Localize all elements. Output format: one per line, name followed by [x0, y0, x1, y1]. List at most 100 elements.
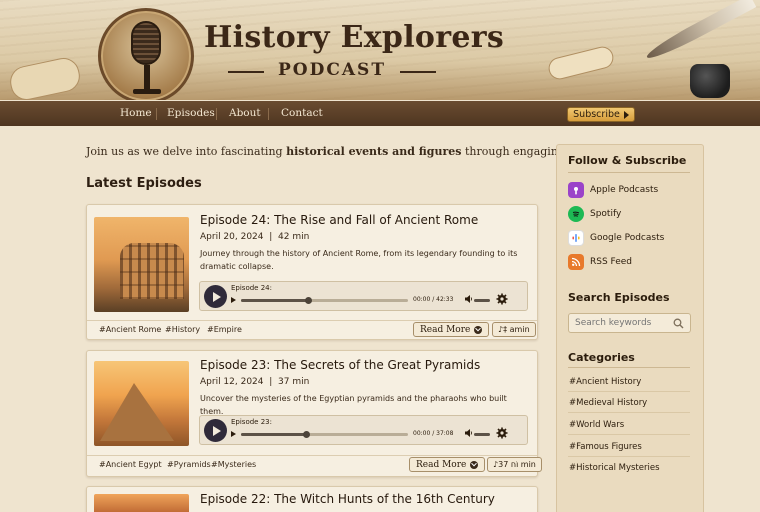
seek-fill	[241, 433, 306, 436]
apple-podcasts-icon	[568, 182, 584, 198]
language-button[interactable]: ♪‡ amin	[492, 322, 536, 337]
google-podcasts-icon	[568, 230, 584, 246]
subscribe-label: Subscribe	[573, 109, 620, 120]
episode-duration: 37 min	[278, 377, 310, 387]
episode-date: April 12, 2024	[200, 377, 264, 387]
card-footer: #Ancient Rome #History #Empire Read More…	[87, 320, 537, 340]
read-more-label: Read More	[416, 459, 467, 470]
episode-card: Episode 22: The Witch Hunts of the 16th …	[86, 486, 538, 512]
main-nav: Home Episodes About Contact	[0, 101, 760, 126]
mic-head	[131, 21, 161, 65]
read-more-button[interactable]: Read More	[409, 457, 486, 472]
chevron-down-icon	[474, 325, 483, 334]
seek-bar[interactable]	[241, 431, 408, 438]
episode-meta: April 20, 2024 | 42 min	[200, 232, 310, 242]
play-button[interactable]	[204, 419, 227, 442]
seek-fill	[241, 299, 308, 302]
audio-player: Episode 24: 00:00 / 42:33	[199, 281, 528, 311]
spotify-link[interactable]: Spotify	[568, 206, 621, 222]
episode-date: April 20, 2024	[200, 232, 264, 242]
volume-slider[interactable]	[474, 299, 490, 302]
volume-slider[interactable]	[474, 433, 490, 436]
seek-handle[interactable]	[305, 297, 312, 304]
divider	[568, 172, 690, 173]
latest-episodes-heading: Latest Episodes	[86, 176, 202, 191]
seek-handle[interactable]	[303, 431, 310, 438]
inkwell-illustration	[690, 64, 730, 98]
follow-label: RSS Feed	[590, 257, 633, 267]
microphone-logo-icon[interactable]	[98, 8, 194, 100]
episode-meta: April 12, 2024 | 37 min	[200, 377, 310, 387]
intro-text: Join us as we delve into fascinating his…	[86, 145, 610, 158]
playback-time: 00:00 / 42:33	[413, 296, 454, 303]
read-more-button[interactable]: Read More	[413, 322, 490, 337]
google-podcasts-link[interactable]: Google Podcasts	[568, 230, 664, 246]
settings-gear-icon[interactable]	[496, 293, 508, 305]
divider	[568, 391, 690, 392]
search-heading: Search Episodes	[568, 291, 670, 304]
divider	[568, 367, 690, 368]
card-footer: #Ancient Egypt #Pyramids #Mysteries Read…	[87, 455, 542, 475]
episode-thumbnail[interactable]	[94, 217, 189, 312]
divider	[568, 434, 690, 435]
rss-feed-link[interactable]: RSS Feed	[568, 254, 632, 270]
settings-gear-icon[interactable]	[496, 427, 508, 439]
read-more-label: Read More	[420, 324, 471, 335]
apple-podcasts-link[interactable]: Apple Podcasts	[568, 182, 658, 198]
tag-link[interactable]: #Empire	[207, 325, 242, 334]
episode-card: Episode 23: The Secrets of the Great Pyr…	[86, 350, 542, 477]
player-label: Episode 23:	[231, 418, 272, 426]
category-link[interactable]: #Famous Figures	[569, 442, 642, 452]
language-button[interactable]: ♪וֹח 37 min	[487, 457, 542, 472]
search-icon[interactable]	[673, 318, 684, 329]
mic-base	[133, 89, 161, 94]
nav-about[interactable]: About	[229, 107, 261, 119]
tag-link[interactable]: #Mysteries	[211, 460, 256, 469]
episode-thumbnail[interactable]	[94, 361, 189, 446]
player-label: Episode 24:	[231, 284, 272, 292]
audio-player: Episode 23: 00:00 / 37:08	[199, 415, 528, 445]
chevron-down-icon	[470, 460, 479, 469]
nav-episodes[interactable]: Episodes	[167, 107, 215, 119]
seek-bar[interactable]	[241, 297, 408, 304]
nav-divider	[156, 108, 157, 120]
category-link[interactable]: #Medieval History	[569, 398, 647, 408]
divider	[568, 456, 690, 457]
brand-title[interactable]: History Explorers	[204, 20, 504, 55]
episode-thumbnail[interactable]	[94, 494, 189, 512]
intro-before: Join us as we delve into fascinating	[86, 145, 287, 158]
episode-title[interactable]: Episode 24: The Rise and Fall of Ancient…	[200, 213, 478, 227]
follow-label: Spotify	[590, 209, 622, 219]
tag-link[interactable]: #History	[165, 325, 200, 334]
rss-icon	[568, 254, 584, 270]
category-link[interactable]: #World Wars	[569, 420, 624, 430]
category-link[interactable]: #Ancient History	[569, 377, 641, 387]
follow-label: Apple Podcasts	[590, 185, 659, 195]
mic-stand	[144, 65, 150, 91]
play-icon	[212, 291, 221, 302]
category-link[interactable]: #Historical Mysteries	[569, 463, 660, 473]
sidebar: Follow & Subscribe Apple Podcasts Spotif…	[556, 144, 704, 512]
tag-link[interactable]: #Pyramids	[167, 460, 211, 469]
play-icon	[212, 425, 221, 436]
play-arrow-icon	[623, 110, 629, 119]
small-play-icon[interactable]	[231, 297, 236, 303]
episode-title[interactable]: Episode 23: The Secrets of the Great Pyr…	[200, 358, 480, 372]
volume-icon[interactable]	[464, 294, 474, 304]
site-header: History Explorers PODCAST	[0, 0, 760, 100]
follow-heading: Follow & Subscribe	[568, 154, 687, 167]
small-play-icon[interactable]	[231, 431, 236, 437]
follow-label: Google Podcasts	[590, 233, 665, 243]
tag-link[interactable]: #Ancient Egypt	[99, 460, 162, 469]
subscribe-button[interactable]: Subscribe	[567, 107, 635, 122]
nav-contact[interactable]: Contact	[281, 107, 323, 119]
episode-title[interactable]: Episode 22: The Witch Hunts of the 16th …	[200, 492, 495, 506]
nav-home[interactable]: Home	[120, 107, 152, 119]
volume-icon[interactable]	[464, 428, 474, 438]
playback-time: 00:00 / 37:08	[413, 430, 454, 437]
tag-link[interactable]: #Ancient Rome	[99, 325, 161, 334]
nav-divider	[216, 108, 217, 120]
play-button[interactable]	[204, 285, 227, 308]
episode-duration: 42 min	[278, 232, 310, 242]
brand-subtitle: PODCAST	[228, 60, 436, 80]
